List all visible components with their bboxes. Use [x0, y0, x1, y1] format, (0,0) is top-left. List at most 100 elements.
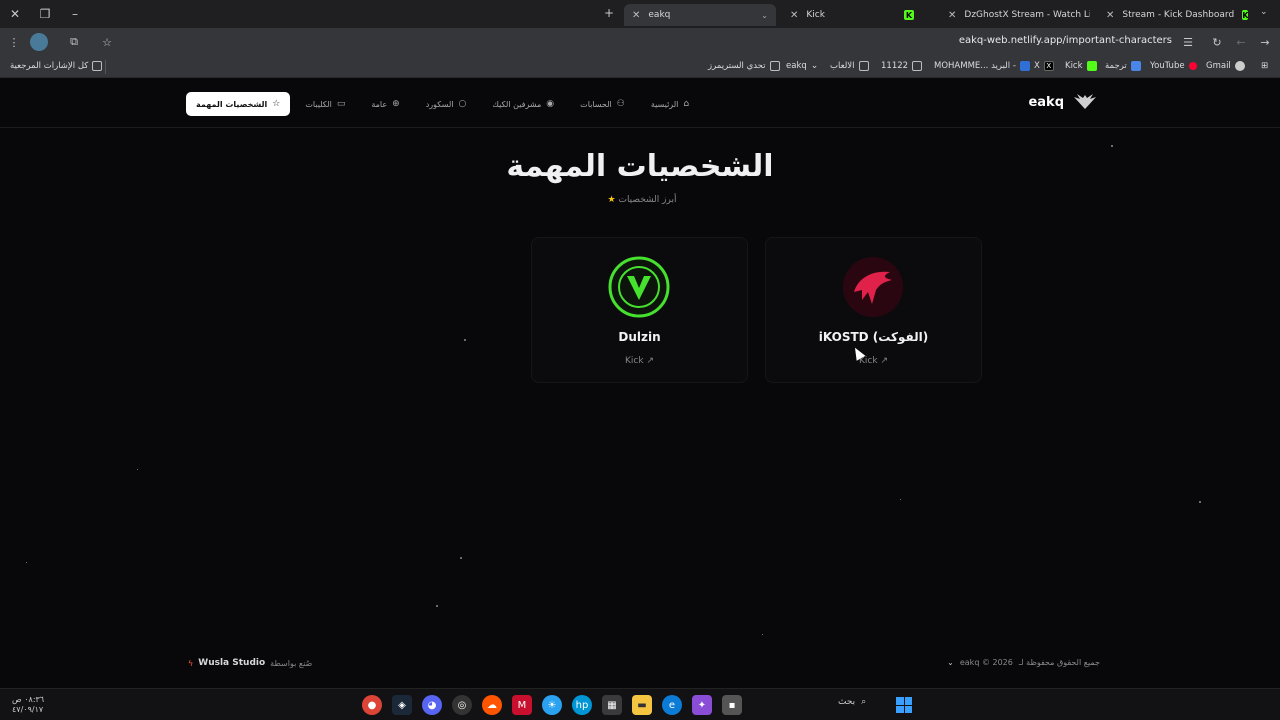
discord-icon[interactable]: ◕: [422, 695, 442, 715]
link-label: Kick: [625, 356, 644, 366]
menu-icon[interactable]: ⋮: [6, 34, 22, 50]
system-clock[interactable]: ٠٨:٣٦ ص ٤٧/٠٩/١٧: [12, 695, 44, 715]
taskbar-search[interactable]: ⌕ بحث: [838, 697, 866, 707]
star-particle: [464, 339, 466, 341]
nav-home[interactable]: ⌂ الرئيسية: [640, 92, 700, 116]
footer-copyright: جميع الحقوق محفوظة لـ eakq © 2026 ⌄: [947, 658, 1100, 667]
extensions-icon[interactable]: ⧉: [66, 34, 82, 50]
soundcloud-icon[interactable]: ☁: [482, 695, 502, 715]
bookmark-label: eakq: [786, 61, 807, 71]
ikostd-avatar: [843, 257, 903, 317]
nav-label: الشخصيات المهمة: [196, 99, 268, 109]
bookmark-eakq[interactable]: ⌄ eakq: [786, 61, 818, 71]
kick-link[interactable]: Kick ↗: [766, 356, 981, 366]
folder-icon: [92, 61, 103, 71]
bookmarks-bar: كل الإشارات المرجعية تحدي الستريمرز ⌄ ea…: [0, 56, 1280, 78]
app-icon[interactable]: ▪: [722, 695, 742, 715]
character-card[interactable]: iKOSTD (الفوكت) Kick ↗: [765, 237, 982, 383]
profile-avatar[interactable]: [30, 33, 48, 51]
youtube-icon: [1188, 62, 1197, 70]
kick-link[interactable]: Kick ↗: [532, 356, 747, 366]
minimize-window-icon[interactable]: –: [60, 0, 90, 28]
bookmark-mail[interactable]: MOHAMME... البريد -: [934, 61, 1030, 71]
restore-window-icon[interactable]: ❐: [30, 0, 60, 28]
dulzin-avatar: [608, 256, 670, 318]
home-icon: ⌂: [683, 99, 690, 109]
browser-tab-bar: ✕ ❐ – + ✕ eakq ⌄ ✕ Kick K ✕ DzGhostX Str…: [0, 0, 1280, 28]
new-tab-icon[interactable]: +: [604, 6, 614, 20]
close-tab-icon[interactable]: ✕: [948, 10, 956, 21]
nav-label: السكورد: [425, 99, 454, 109]
bookmark-11122[interactable]: 11122: [881, 61, 923, 71]
character-card[interactable]: Dulzin Kick ↗: [531, 237, 748, 383]
weather-icon[interactable]: ☀: [542, 695, 562, 715]
file-explorer-icon[interactable]: ▬: [632, 695, 652, 715]
clip-icon: ▭: [336, 99, 346, 109]
bookmark-youtube[interactable]: YouTube: [1150, 61, 1197, 71]
bookmark-translate[interactable]: ترجمة: [1105, 61, 1141, 71]
bookmark-streamers[interactable]: تحدي الستريمرز: [708, 61, 780, 71]
star-particle: [436, 605, 438, 607]
nav-accounts[interactable]: ⚇ الحسابات: [569, 92, 636, 116]
bookmark-label: ترجمة: [1105, 61, 1127, 71]
back-icon[interactable]: →: [1257, 34, 1273, 50]
made-by-text: صُنع بواسطة: [270, 658, 313, 668]
rights-text: جميع الحقوق محفوظة لـ: [1018, 658, 1100, 667]
bookmark-gmail[interactable]: Gmail: [1206, 61, 1245, 71]
search-icon: ⌕: [861, 697, 867, 707]
close-tab-icon[interactable]: ✕: [790, 10, 798, 21]
tab-search-icon[interactable]: ⌄: [1260, 7, 1268, 17]
nav-kick-moderators[interactable]: ◉ مشرفين الكيك: [481, 92, 565, 116]
bookmark-games[interactable]: الالعاب: [830, 61, 869, 71]
tab-kick[interactable]: ✕ Kick K: [782, 4, 922, 26]
clock-time: ٠٨:٣٦ ص: [12, 695, 45, 704]
globe-icon: ⊕: [392, 99, 400, 109]
edge-icon[interactable]: e: [662, 695, 682, 715]
forward-icon[interactable]: ←: [1233, 34, 1249, 50]
mcafee-icon[interactable]: M: [512, 695, 532, 715]
character-name: iKOSTD (الفوكت): [818, 330, 929, 344]
hp-icon[interactable]: hp: [572, 695, 592, 715]
tab-title: Stream - Kick Dashboard: [1122, 10, 1235, 20]
bookmark-star-icon[interactable]: ☆: [99, 34, 115, 50]
site-settings-icon[interactable]: ☰: [1180, 34, 1196, 50]
store-icon[interactable]: ▦: [602, 695, 622, 715]
nav-important-characters[interactable]: ☆ الشخصيات المهمة: [186, 92, 291, 116]
nav-general[interactable]: ⊕ عامة: [360, 92, 410, 116]
star-icon: ☆: [272, 99, 281, 109]
search-label: بحث: [838, 697, 856, 707]
star-particle: [762, 634, 763, 635]
bookmark-kick[interactable]: Kick: [1065, 61, 1097, 71]
close-tab-icon[interactable]: ✕: [632, 10, 640, 21]
nav-discord[interactable]: ○ السكورد: [415, 92, 478, 116]
nav-label: الرئيسية: [650, 99, 679, 109]
folder-icon: [858, 61, 869, 71]
star-particle: [900, 499, 901, 500]
copilot-icon[interactable]: ✦: [692, 695, 712, 715]
tab-dzghostx[interactable]: ✕ DzGhostX Stream - Watch Live K: [940, 4, 1090, 26]
footer-credit: صُنع بواسطة Wusla Studio ϟ: [188, 658, 312, 668]
bookmark-label: YouTube: [1150, 61, 1185, 71]
windows-start-icon[interactable]: [896, 697, 912, 713]
clock-date: ٤٧/٠٩/١٧: [12, 705, 44, 714]
apps-grid-icon[interactable]: ⊞: [1261, 61, 1268, 71]
reload-icon[interactable]: ↻: [1209, 34, 1225, 50]
site-logo[interactable]: eakq: [1028, 93, 1098, 111]
translate-icon: [1130, 61, 1141, 71]
obs-icon[interactable]: ◎: [452, 695, 472, 715]
divider: [105, 60, 106, 74]
tab-eakq[interactable]: ✕ eakq ⌄: [624, 4, 776, 26]
close-window-icon[interactable]: ✕: [0, 0, 30, 28]
chrome-icon[interactable]: ●: [362, 695, 382, 715]
nav-menu: ⌂ الرئيسية ⚇ الحسابات ◉ مشرفين الكيك ○ ا…: [186, 92, 700, 116]
nav-clips[interactable]: ▭ الكليبات: [294, 92, 356, 116]
all-bookmarks[interactable]: كل الإشارات المرجعية: [10, 61, 103, 71]
url-field[interactable]: eakq-web.netlify.app/important-character…: [959, 35, 1172, 46]
bookmark-label: Kick: [1065, 61, 1083, 71]
bookmark-x[interactable]: X X: [1034, 61, 1054, 71]
close-tab-icon[interactable]: ✕: [1106, 10, 1114, 21]
steam-icon[interactable]: ◈: [392, 695, 412, 715]
tab-kick-dashboard[interactable]: ✕ Stream - Kick Dashboard K: [1098, 4, 1250, 26]
bookmark-label: تحدي الستريمرز: [708, 61, 766, 71]
studio-link[interactable]: Wusla Studio: [198, 658, 265, 668]
